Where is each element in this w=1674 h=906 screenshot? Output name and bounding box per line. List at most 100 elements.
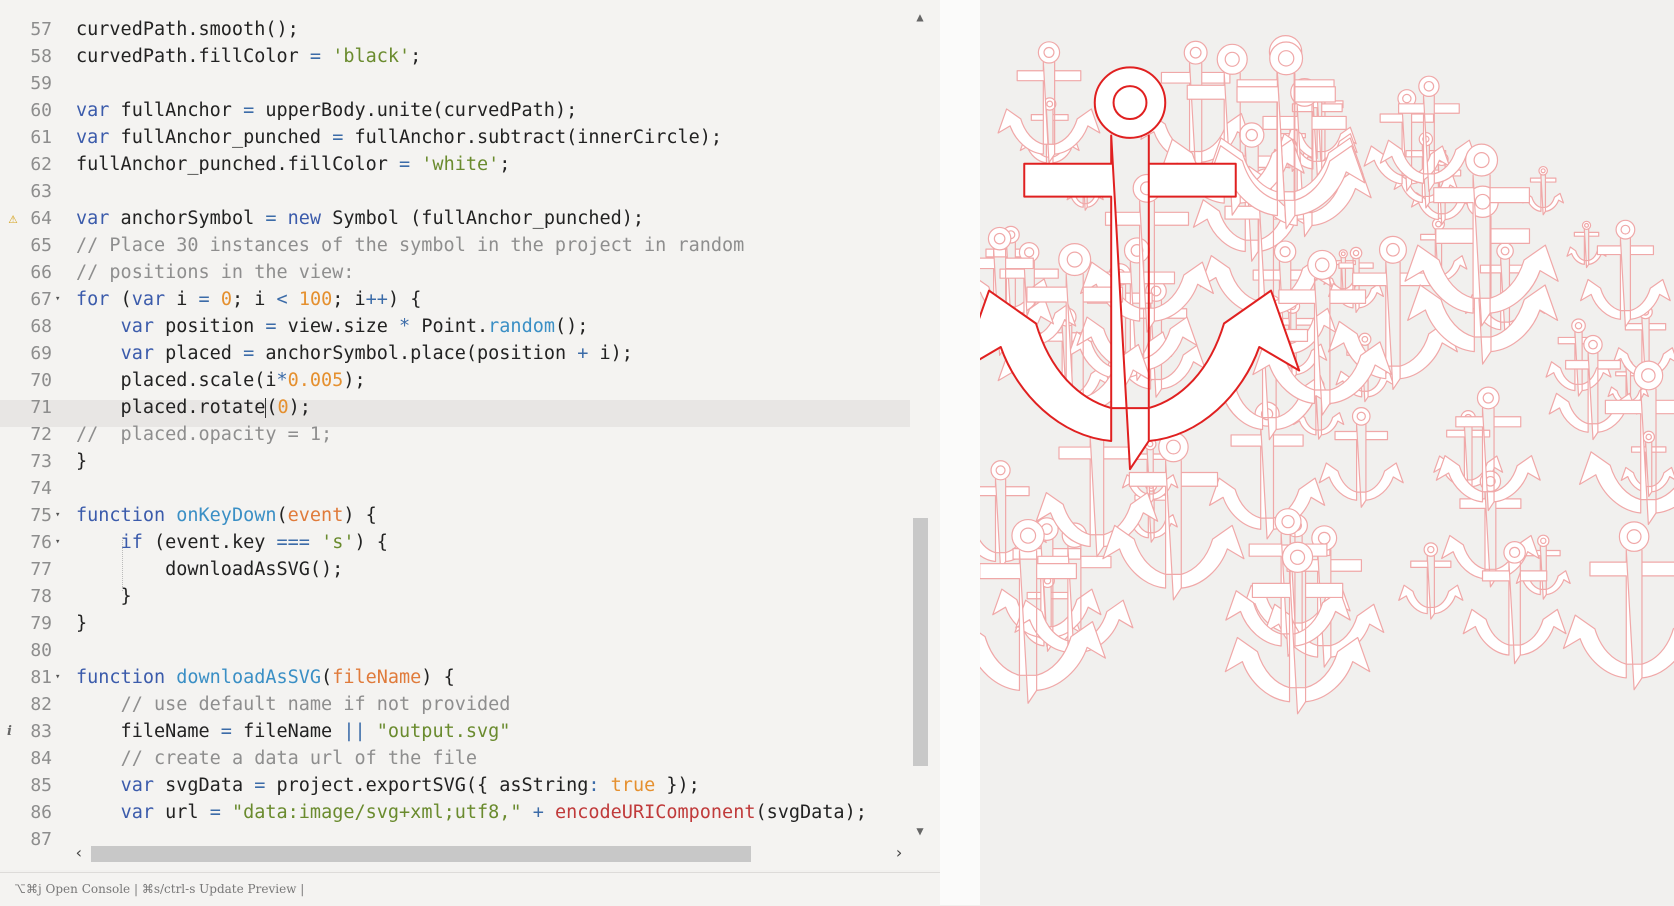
fold-toggle-icon[interactable]: ▾ <box>55 664 65 691</box>
code-token: ; i <box>332 289 366 310</box>
line-number: 79 <box>30 613 52 634</box>
line-number: 67 <box>30 289 52 310</box>
line-number-gutter: 57 58 59 60 61 62 63 64 ⚠ 65 66 67 ▾ 68 69 70 71 72 73 74 75… <box>0 0 70 860</box>
code-token: var <box>120 343 154 364</box>
vertical-scroll-thumb[interactable] <box>913 518 928 766</box>
code-token: i <box>165 289 199 310</box>
code-token: var <box>76 100 110 121</box>
code-line[interactable]: curvedPath.smooth(); <box>76 16 299 43</box>
code-token: var <box>120 775 154 796</box>
code-line[interactable]: var placed = anchorSymbol.place(position… <box>76 340 633 367</box>
code-token: ); <box>343 370 366 391</box>
code-token: "data:image/svg+xml;utf8," <box>231 802 522 823</box>
code-line[interactable]: var fullAnchor = upperBody.unite(curvedP… <box>76 97 577 124</box>
scroll-down-icon[interactable]: ▼ <box>912 824 928 842</box>
code-line[interactable]: for (var i = 0; i < 100; i++) { <box>76 286 421 313</box>
code-line[interactable]: downloadAsSVG(); <box>76 556 343 583</box>
code-token: random <box>488 316 555 337</box>
code-line[interactable]: function downloadAsSVG(fileName) { <box>76 664 455 691</box>
code-token: downloadAsSVG <box>176 667 322 688</box>
scroll-up-icon[interactable]: ▲ <box>912 10 928 28</box>
code-token: ); <box>288 397 311 418</box>
code-line[interactable]: curvedPath.fillColor = 'black'; <box>76 43 421 70</box>
line-number: 78 <box>30 586 52 607</box>
code-line[interactable]: // use default name if not provided <box>76 691 511 718</box>
status-text: ⌥⌘j Open Console | ⌘s/ctrl-s Update Prev… <box>14 882 305 896</box>
code-line[interactable]: var svgData = project.exportSVG({ asStri… <box>76 772 700 799</box>
line-number: 65 <box>30 235 52 256</box>
code-line[interactable]: } <box>76 610 87 637</box>
code-token: : <box>588 775 600 796</box>
code-line[interactable]: // create a data url of the file <box>76 745 477 772</box>
fold-toggle-icon[interactable]: ▾ <box>55 286 65 313</box>
code-line[interactable]: placed.scale(i*0.005); <box>76 367 366 394</box>
code-token: Point. <box>410 316 489 337</box>
code-token: "output.svg" <box>376 721 511 742</box>
code-line[interactable]: // positions in the view: <box>76 259 354 286</box>
line-number: 66 <box>30 262 52 283</box>
code-token: encodeURIComponent <box>554 802 756 823</box>
code-line[interactable]: function onKeyDown(event) { <box>76 502 377 529</box>
code-line[interactable]: var url = "data:image/svg+xml;utf8," + e… <box>76 799 867 826</box>
code-token: fullAnchor_punched.fillColor <box>76 154 400 175</box>
info-icon[interactable]: i <box>7 718 19 745</box>
code-line[interactable]: fileName = fileName || "output.svg" <box>76 718 511 745</box>
code-token: function <box>76 667 166 688</box>
line-number: 72 <box>30 424 52 445</box>
code-line[interactable]: // placed.opacity = 1; <box>76 421 332 448</box>
code-token: + <box>532 802 544 823</box>
line-number: 87 <box>30 829 52 850</box>
code-token: // create a data url of the file <box>120 748 477 769</box>
code-line[interactable]: fullAnchor_punched.fillColor = 'white'; <box>76 151 510 178</box>
code-line[interactable]: // Place 30 instances of the symbol in t… <box>76 232 744 259</box>
code-token: = <box>265 316 277 337</box>
code-token: = <box>243 343 255 364</box>
code-line[interactable]: var position = view.size * Point.random(… <box>76 313 589 340</box>
scroll-right-icon[interactable]: › <box>892 844 906 862</box>
code-editor[interactable]: 57 58 59 60 61 62 63 64 ⚠ 65 66 67 ▾ 68 69 70 71 72 73 74 75… <box>0 0 940 870</box>
anchor-instance <box>1462 541 1567 665</box>
code-line[interactable]: placed.rotate(0); <box>76 394 311 421</box>
fold-toggle-icon[interactable]: ▾ <box>55 502 65 529</box>
code-token: if <box>120 532 143 553</box>
code-token: fileName <box>231 721 344 742</box>
code-area[interactable]: curvedPath.smooth(); curvedPath.fillColor… <box>76 0 906 860</box>
code-line[interactable]: var fullAnchor_punched = fullAnchor.subt… <box>76 124 722 151</box>
code-token: ) { <box>421 667 455 688</box>
code-token: } <box>76 586 132 607</box>
line-number: 71 <box>30 397 52 418</box>
code-token: 'black' <box>332 46 411 67</box>
code-token: // use default name if not provided <box>120 694 511 715</box>
code-token: * <box>399 316 411 337</box>
code-token: ; i <box>231 289 277 310</box>
fold-toggle-icon[interactable]: ▾ <box>55 529 65 556</box>
scroll-left-icon[interactable]: ‹ <box>72 844 86 862</box>
code-token: 0.005 <box>287 370 344 391</box>
code-line[interactable]: var anchorSymbol = new Symbol (fullAncho… <box>76 205 644 232</box>
code-token: = <box>332 127 344 148</box>
code-token: ( <box>321 667 333 688</box>
horizontal-scroll-thumb[interactable] <box>91 846 751 862</box>
code-token: fullAnchor.subtract(innerCircle); <box>343 127 723 148</box>
pane-divider[interactable] <box>940 0 980 905</box>
warning-icon[interactable]: ⚠ <box>4 205 22 232</box>
code-token: 's' <box>321 532 355 553</box>
code-token: < <box>276 289 288 310</box>
code-token: = <box>309 46 322 67</box>
code-token: var <box>120 316 154 337</box>
code-line[interactable]: } <box>76 583 132 610</box>
code-line[interactable]: } <box>76 448 87 475</box>
code-token: var <box>120 802 154 823</box>
line-number: 58 <box>30 46 52 67</box>
anchor-instance <box>1435 386 1541 512</box>
code-token: = <box>399 154 411 175</box>
line-number: 85 <box>30 775 52 796</box>
code-token: = <box>198 289 210 310</box>
code-token: event <box>287 505 344 526</box>
code-token: i); <box>588 343 633 364</box>
anchor-instance <box>1620 430 1674 497</box>
